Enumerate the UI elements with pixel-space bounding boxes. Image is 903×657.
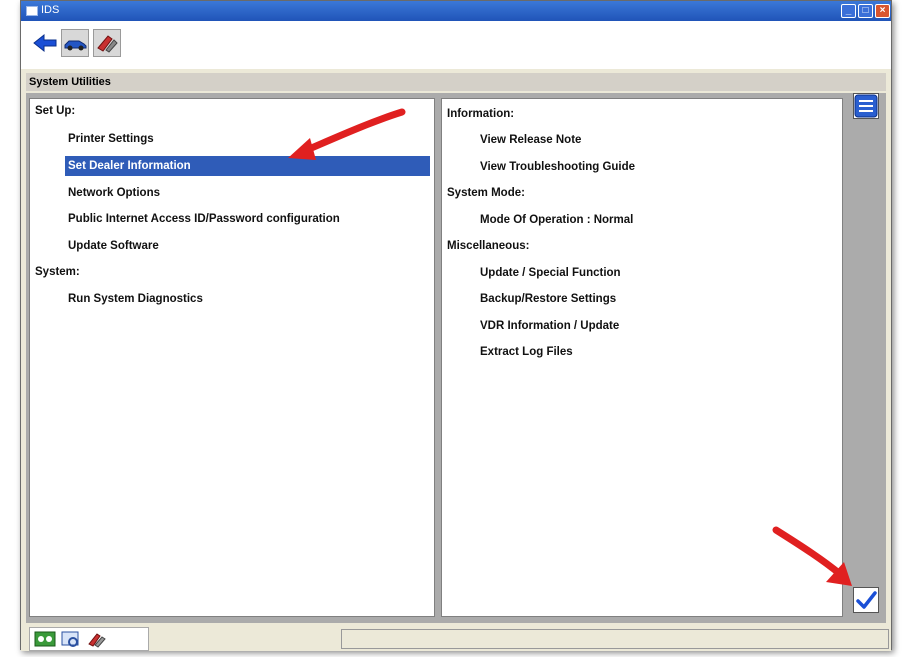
tab-toolbox[interactable] [85, 629, 109, 649]
menu-item-public-internet-access[interactable]: Public Internet Access ID/Password confi… [68, 209, 340, 229]
tools-icon [97, 35, 118, 53]
network-icon [34, 631, 56, 647]
app-icon [26, 6, 38, 16]
annotation-arrow-icon [288, 108, 406, 160]
menu-item-update-special-function[interactable]: Update / Special Function [480, 263, 621, 283]
menu-item-vdr-information-update[interactable]: VDR Information / Update [480, 316, 619, 336]
back-arrow-icon [33, 33, 57, 53]
section-title: System Utilities [26, 73, 886, 91]
window-title: IDS [41, 4, 60, 16]
tools-button[interactable] [93, 29, 121, 57]
menu-item-extract-log-files[interactable]: Extract Log Files [480, 342, 573, 362]
menu-item-backup-restore-settings[interactable]: Backup/Restore Settings [480, 289, 616, 309]
group-label-information: Information: [447, 108, 515, 120]
menu-item-network-options[interactable]: Network Options [68, 183, 160, 203]
group-label-system: System: [35, 266, 80, 278]
close-button[interactable]: × [875, 4, 890, 18]
group-label-setup: Set Up: [35, 105, 76, 117]
annotation-arrow-icon [772, 526, 852, 586]
menu-item-view-release-note[interactable]: View Release Note [480, 130, 581, 150]
tab-help[interactable] [59, 629, 83, 649]
menu-item-printer-settings[interactable]: Printer Settings [68, 129, 154, 149]
vehicle-button[interactable] [61, 29, 89, 57]
menu-item-update-software[interactable]: Update Software [68, 236, 159, 256]
toolbox-icon [88, 633, 106, 648]
app-window: IDS _ □ × System Utilities Set Up: Print… [20, 0, 892, 651]
menu-item-view-troubleshooting-guide[interactable]: View Troubleshooting Guide [480, 157, 635, 177]
minimize-button[interactable]: _ [841, 4, 856, 18]
menu-item-mode-of-operation[interactable]: Mode Of Operation : Normal [480, 210, 633, 230]
tab-network[interactable] [33, 629, 57, 649]
group-label-system-mode: System Mode: [447, 187, 525, 199]
group-label-miscellaneous: Miscellaneous: [447, 240, 530, 252]
toolbar [21, 21, 891, 69]
content-area: Set Up: Printer Settings Set Dealer Info… [26, 93, 886, 623]
list-view-button[interactable] [853, 93, 879, 119]
help-icon [61, 631, 79, 647]
vehicle-icon [64, 40, 87, 51]
maximize-button[interactable]: □ [858, 4, 873, 18]
setup-pane: Set Up: Printer Settings Set Dealer Info… [29, 98, 435, 617]
bottom-bar [21, 627, 891, 651]
title-bar: IDS _ □ × [21, 1, 891, 21]
list-icon [854, 94, 878, 118]
menu-item-run-system-diagnostics[interactable]: Run System Diagnostics [68, 289, 203, 309]
status-bar [341, 629, 889, 649]
back-button[interactable] [31, 29, 59, 57]
